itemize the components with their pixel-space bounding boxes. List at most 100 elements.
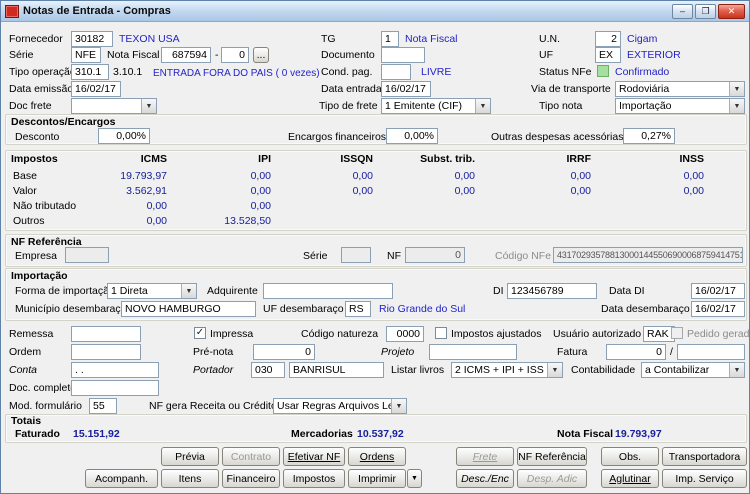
mod-formulario-label: Mod. formulário [9, 400, 82, 412]
codigo-nfe-input[interactable]: 4317029357881300014455069000687594147512… [553, 247, 743, 263]
nota-fiscal-sub-input[interactable]: 0 [221, 47, 249, 63]
impostos-cell: 13.528,50 [224, 215, 271, 227]
conta-input[interactable]: . . [71, 362, 159, 378]
chevron-down-icon[interactable]: ▼ [391, 399, 406, 413]
nota-fiscal-label: Nota Fiscal [107, 49, 160, 61]
data-emissao-label: Data emissão [9, 83, 74, 95]
chevron-down-icon[interactable]: ▼ [729, 99, 744, 113]
minimize-button[interactable]: – [672, 3, 693, 19]
empresa-input[interactable] [65, 247, 109, 263]
close-button[interactable]: ✕ [718, 3, 745, 19]
impostos-cell: 0,00 [454, 185, 475, 197]
nota-fiscal-input[interactable]: 687594 [161, 47, 211, 63]
chevron-down-icon[interactable]: ▼ [547, 363, 562, 377]
chevron-down-icon[interactable]: ▼ [729, 363, 744, 377]
tipo-frete-label: Tipo de frete [319, 100, 378, 112]
via-transporte-select[interactable]: Rodoviária ▼ [615, 81, 745, 97]
efetivar-nf-button[interactable]: Efetivar NF [283, 447, 345, 466]
impostos-col-header: ISSQN [340, 153, 373, 165]
fornecedor-label: Fornecedor [9, 33, 63, 45]
cond-pag-input[interactable] [381, 64, 411, 80]
itens-button[interactable]: Itens [161, 469, 219, 488]
contabilidade-select[interactable]: a Contabilizar ▼ [641, 362, 745, 378]
desconto-input[interactable]: 0,00% [98, 128, 150, 144]
imprimir-button[interactable]: Imprimir [348, 469, 406, 488]
tipo-operacao-code-text: 3.10.1 [113, 66, 143, 78]
nf-gera-select[interactable]: Usar Regras Arquivos Legais ▼ [273, 398, 407, 414]
ordens-button[interactable]: Ordens [348, 447, 406, 466]
previa-button[interactable]: Prévia [161, 447, 219, 466]
pedido-gerado-label: Pedido gerado [687, 328, 750, 340]
chevron-down-icon[interactable]: ▼ [475, 99, 490, 113]
aglutinar-button[interactable]: Aglutinar [601, 469, 659, 488]
transportadora-button[interactable]: Transportadora [662, 447, 747, 466]
serie-input[interactable]: NFE [71, 47, 101, 63]
imp-servico-button[interactable]: Imp. Serviço [662, 469, 747, 488]
codigo-natureza-input[interactable]: 0000 [386, 326, 424, 342]
maximize-button[interactable]: ❐ [695, 3, 716, 19]
tipo-nota-select[interactable]: Importação ▼ [615, 98, 745, 114]
data-emissao-input[interactable]: 16/02/17 [71, 81, 121, 97]
acompanh-button[interactable]: Acompanh. [85, 469, 158, 488]
tipo-frete-select[interactable]: 1 Emitente (CIF) ▼ [381, 98, 491, 114]
data-entrada-input[interactable]: 16/02/17 [381, 81, 431, 97]
fornecedor-input[interactable]: 30182 [71, 31, 113, 47]
tipo-operacao-input[interactable]: 310.1 [71, 64, 109, 80]
di-input[interactable]: 123456789 [507, 283, 597, 299]
forma-importacao-select[interactable]: 1 Direta ▼ [107, 283, 197, 299]
doc-frete-select[interactable]: ▼ [71, 98, 157, 114]
chevron-down-icon[interactable]: ▼ [181, 284, 196, 298]
chevron-down-icon[interactable]: ▼ [729, 82, 744, 96]
pre-nota-label: Pré-nota [193, 346, 234, 358]
outras-despesas-input[interactable]: 0,27% [623, 128, 675, 144]
municipio-desembaraco-input[interactable]: NOVO HAMBURGO [121, 301, 256, 317]
impressa-checkbox[interactable]: ✓ [194, 327, 206, 339]
adquirente-input[interactable] [263, 283, 393, 299]
uf-input[interactable]: EX [595, 47, 621, 63]
encargos-input[interactable]: 0,00% [386, 128, 438, 144]
pre-nota-input[interactable]: 0 [253, 344, 315, 360]
impostos-ajustados-checkbox[interactable] [435, 327, 447, 339]
listar-livros-select[interactable]: 2 ICMS + IPI + ISS ▼ [451, 362, 563, 378]
mod-formulario-input[interactable]: 55 [89, 398, 117, 414]
financeiro-button[interactable]: Financeiro [222, 469, 280, 488]
projeto-input[interactable] [429, 344, 517, 360]
uf-label: UF [539, 49, 553, 61]
nf-ref-serie-input[interactable] [341, 247, 371, 263]
impostos-button[interactable]: Impostos [283, 469, 345, 488]
uf-desembaraco-input[interactable]: RS [345, 301, 371, 317]
obs-button[interactable]: Obs. [601, 447, 659, 466]
mercadorias-label: Mercadorias [291, 428, 353, 440]
contrato-button: Contrato [222, 447, 280, 466]
titlebar: Notas de Entrada - Compras – ❐ ✕ [1, 1, 749, 22]
tipo-operacao-label: Tipo operação [9, 66, 76, 78]
data-desembaraco-input[interactable]: 16/02/17 [691, 301, 745, 317]
desc-enc-button[interactable]: Desc./Enc [456, 469, 514, 488]
data-entrada-label: Data entrada [321, 83, 382, 95]
ordem-input[interactable] [71, 344, 141, 360]
window-title: Notas de Entrada - Compras [23, 5, 171, 17]
fatura-sub-input[interactable] [677, 344, 745, 360]
imprimir-dropdown-button[interactable]: ▼ [407, 469, 422, 488]
nota-fiscal-total-label: Nota Fiscal [557, 428, 614, 440]
window-controls: – ❐ ✕ [672, 3, 745, 19]
cond-pag-label: Cond. pag. [321, 66, 373, 78]
data-di-input[interactable]: 16/02/17 [691, 283, 745, 299]
nota-fiscal-browse-button[interactable]: ... [253, 47, 269, 63]
nf-referencia-button[interactable]: NF Referência [517, 447, 587, 466]
nf-ref-nf-input[interactable]: 0 [405, 247, 465, 263]
portador-input[interactable]: 030 [251, 362, 285, 378]
documento-label: Documento [321, 49, 375, 61]
tg-input[interactable]: 1 [381, 31, 399, 47]
un-input[interactable]: 2 [595, 31, 621, 47]
portador-name-input[interactable]: BANRISUL [289, 362, 384, 378]
pedido-gerado-checkbox [671, 327, 683, 339]
codigo-nfe-label: Código NFe [495, 250, 552, 262]
serie-label: Série [9, 49, 34, 61]
remessa-input[interactable] [71, 326, 141, 342]
documento-input[interactable] [381, 47, 425, 63]
fatura-input[interactable]: 0 [606, 344, 666, 360]
chevron-down-icon[interactable]: ▼ [141, 99, 156, 113]
doc-completo-input[interactable] [71, 380, 159, 396]
nf-ref-nf-label: NF [387, 250, 401, 262]
